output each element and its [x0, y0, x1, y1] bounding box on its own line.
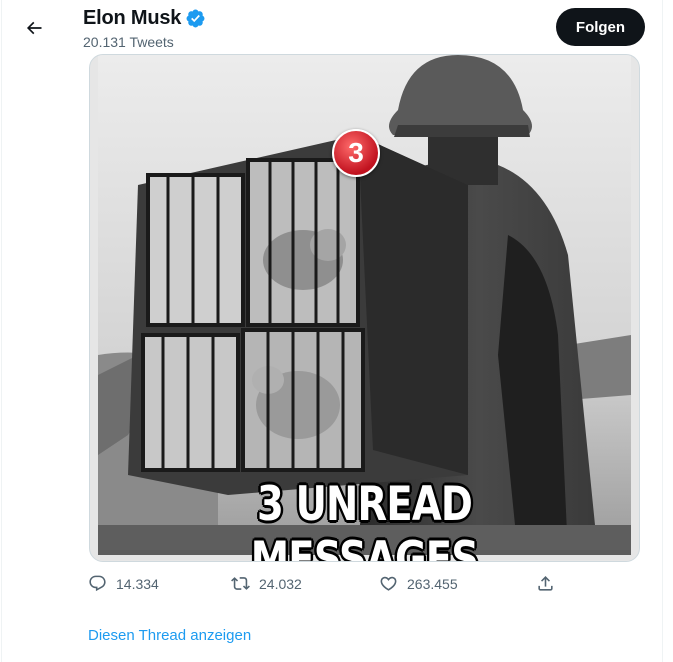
profile-name[interactable]: Elon Musk [83, 7, 181, 30]
notification-badge: 3 [332, 129, 380, 177]
retweet-count: 24.032 [259, 575, 302, 592]
meme-image: 3 3 UNREAD MESSAGES [98, 55, 631, 561]
reply-icon [89, 575, 106, 592]
meme-caption: 3 UNREAD MESSAGES [250, 477, 479, 562]
verified-badge-icon [186, 9, 205, 28]
profile-header: Elon Musk [83, 7, 206, 30]
column-border-right [662, 0, 663, 662]
follow-button[interactable]: Folgen [556, 8, 645, 46]
tweet-actions: 14.334 24.032 263.455 [88, 574, 568, 600]
back-button[interactable] [18, 12, 50, 44]
share-icon [538, 576, 553, 591]
back-arrow-icon [26, 21, 42, 35]
reply-count: 14.334 [116, 575, 159, 592]
retweet-button[interactable]: 24.032 [231, 574, 302, 593]
show-thread-link[interactable]: Diesen Thread anzeigen [88, 627, 251, 644]
tweet-media[interactable]: 3 3 UNREAD MESSAGES [89, 54, 640, 562]
like-button[interactable]: 263.455 [379, 574, 458, 593]
column-border-left [1, 0, 2, 662]
like-icon [380, 576, 397, 591]
tweet-count: 20.131 Tweets [83, 34, 174, 50]
retweet-icon [231, 577, 250, 590]
reply-button[interactable]: 14.334 [88, 574, 159, 593]
share-button[interactable] [536, 574, 555, 593]
like-count: 263.455 [407, 575, 458, 592]
